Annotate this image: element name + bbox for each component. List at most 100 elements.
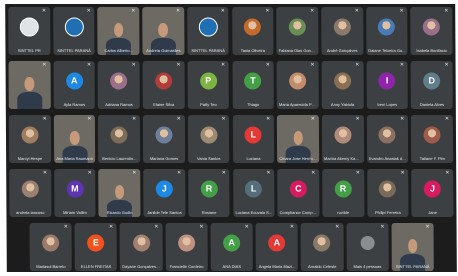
participant-avatar: P: [199, 72, 217, 90]
participant-tile[interactable]: ✕ I Ireni Lopes: [366, 61, 409, 109]
muted-mic-icon: ✕: [221, 62, 226, 68]
participant-tile[interactable]: ✕ SINTTEL PARANÁ: [186, 7, 229, 55]
participant-avatar: I: [378, 72, 396, 90]
muted-mic-icon: ✕: [154, 224, 159, 230]
participant-tile[interactable]: ✕ Arnaldo Celeste: [300, 223, 344, 271]
participant-avatar: E: [87, 234, 105, 252]
muted-mic-icon: ✕: [176, 62, 181, 68]
participant-name-label: Vania Santos: [197, 156, 221, 161]
meeting-participant-grid: ✕ SINTTEL PR ✕ SINTTEL PARANÁ ✕ Carlos Albert…: [5, 4, 457, 272]
participant-name-label: Mais 4 pessoas: [353, 264, 382, 269]
screenshot-stage: ✕ SINTTEL PR ✕ SINTTEL PARANÁ ✕ Carlos Albert…: [0, 0, 458, 276]
muted-mic-icon: ✕: [445, 170, 450, 176]
participant-tile[interactable]: ✕ A Angela Maria Mazi...: [255, 223, 299, 271]
participant-tile[interactable]: ✕ André Gonçalves: [321, 7, 364, 55]
participant-avatar: [423, 126, 441, 144]
muted-mic-icon: ✕: [265, 62, 270, 68]
participant-tile[interactable]: ✕ SINTTEL PARANÁ: [391, 223, 434, 271]
participant-tile[interactable]: ✕ andreia iancoso: [9, 169, 52, 217]
participant-tile[interactable]: ✕ Elaine Silva: [142, 61, 185, 109]
muted-mic-icon: ✕: [42, 116, 47, 122]
participant-avatar: [110, 126, 128, 144]
participant-tile[interactable]: ✕ Francielle Cordeiro: [165, 223, 208, 271]
participant-tile[interactable]: ✕ Cinara Jose Herrma...: [277, 115, 320, 163]
muted-mic-icon: ✕: [444, 116, 450, 122]
participant-tile[interactable]: ✕ D Daniela Alves: [410, 61, 453, 109]
participant-name-label: Rosiane: [201, 210, 217, 215]
participant-tile[interactable]: ✕ Tania Oliveira: [231, 7, 274, 55]
participant-tile[interactable]: ✕ E ELLEN FREITAS: [74, 223, 118, 271]
participant-tile[interactable]: ✕ A Ayla Ramos: [53, 61, 96, 109]
participant-tile[interactable]: ✕ Mariasol Barreto: [29, 223, 73, 271]
participant-avatar: M: [66, 180, 84, 198]
participant-name-label: ruvilde: [337, 210, 350, 215]
participant-tile[interactable]: ✕ J Jane: [411, 169, 454, 217]
muted-mic-icon: ✕: [311, 170, 316, 176]
muted-mic-icon: ✕: [176, 116, 181, 122]
participant-avatar: J: [155, 180, 173, 198]
participant-name-label: Benicio Laurentin...: [102, 156, 137, 161]
participant-tile[interactable]: ✕ Ricardo Godin: [98, 169, 141, 217]
participant-tile[interactable]: ✕ Ana Maria Raumann: [53, 115, 96, 163]
participant-tile[interactable]: ✕ SINTTEL PR: [8, 7, 51, 55]
muted-mic-icon: ✕: [354, 8, 360, 14]
participant-tile[interactable]: ✕ Evandro Anasiak da...: [366, 115, 409, 163]
participant-tile[interactable]: ✕ T Thiago: [232, 61, 275, 109]
participant-tile[interactable]: ✕ Marcyi Hespe: [8, 115, 51, 163]
participant-tile[interactable]: ✕ Rruvilde: [322, 169, 365, 217]
muted-mic-icon: ✕: [355, 62, 360, 68]
muted-mic-icon: ✕: [87, 116, 92, 122]
participant-name-label: SINTTEL PARANÁ: [57, 48, 91, 53]
participant-tile[interactable]: ✕ Isabela Bonifacio: [410, 7, 453, 55]
participant-tile[interactable]: ✕ R Rosiane: [187, 169, 230, 217]
participant-name-label: Dayane Gonçalves ...: [122, 264, 161, 269]
muted-mic-icon: ✕: [63, 224, 68, 230]
participant-tile[interactable]: ✕ Benicio Laurentin...: [98, 115, 141, 163]
participant-avatar: R: [334, 180, 352, 198]
participant-name-label: Isabela Bonifacio: [416, 48, 447, 53]
participant-name-label: Jane: [428, 210, 437, 215]
participant-name-label: Evandro Anasiak da...: [368, 156, 408, 161]
participant-name-label: Anny Yabiola: [330, 102, 355, 107]
muted-mic-icon: ✕: [221, 170, 226, 176]
participant-avatar: R: [200, 180, 218, 198]
participant-avatar: [379, 180, 397, 198]
participant-tile[interactable]: ✕ Fabiana Dias Gong...: [276, 7, 319, 55]
participant-tile[interactable]: ✕ Dayane Gonçalves ...: [119, 223, 163, 271]
participant-tile[interactable]: ✕ L Luciana: [232, 115, 275, 163]
participant-name-label: Francielle Cordeiro: [169, 264, 204, 269]
participant-avatar: D: [423, 72, 441, 90]
muted-mic-icon: ✕: [244, 224, 249, 230]
participant-tile[interactable]: ✕ Anny Yabiola: [321, 61, 364, 109]
muted-mic-icon: ✕: [380, 224, 385, 230]
participant-tile[interactable]: ✕ Mais 4 pessoas: [346, 223, 389, 271]
participant-tile[interactable]: ✕ Mariana Gomes: [142, 115, 185, 163]
participant-tile[interactable]: ✕ Daiane Teixeira Go...: [365, 7, 408, 55]
muted-mic-icon: ✕: [310, 8, 315, 14]
participant-avatar: [313, 234, 331, 252]
participant-tile[interactable]: ✕ Philipi Ferreira: [366, 169, 409, 217]
participant-tile[interactable]: ✕ L Luciana Eouvala S...: [232, 169, 275, 217]
participant-tile[interactable]: ✕ P Patty Teo: [187, 61, 230, 109]
participant-tile[interactable]: ✕ Marina Akemy Kam...: [321, 115, 364, 163]
participant-avatar: [289, 72, 307, 90]
participant-tile[interactable]: ✕ J Janilde Tele Santos: [143, 169, 186, 217]
participant-name-label: Luciana: [246, 156, 261, 161]
participant-avatar: [334, 126, 352, 144]
participant-name-label: ELLEN FREITAS: [80, 264, 112, 269]
participant-tile[interactable]: ✕ SINTTEL PARANÁ: [52, 7, 95, 55]
participant-tile[interactable]: ✕ Maria Aparecida Pe...: [276, 61, 319, 109]
participant-avatar: L: [245, 180, 263, 198]
participant-tile[interactable]: ✕ Vania Santos: [187, 115, 230, 163]
participant-tile[interactable]: ✕: [8, 61, 51, 109]
participant-tile[interactable]: ✕ M Miriam Vallim: [53, 169, 96, 217]
participant-tile[interactable]: ✕ Adriana Ramos: [97, 61, 140, 109]
participant-tile[interactable]: ✕ C Compliance Compli...: [277, 169, 320, 217]
participant-avatar: T: [244, 72, 262, 90]
participant-tile[interactable]: ✕ Carlos Alberto...: [97, 7, 140, 55]
muted-mic-icon: ✕: [266, 170, 271, 176]
participant-tile[interactable]: ✕ A ANA DIAS: [210, 223, 253, 271]
participant-tile[interactable]: ✕ Tatiane F. Pim: [411, 115, 454, 163]
participant-tile[interactable]: ✕ Andreia Guimarães: [142, 7, 185, 55]
muted-mic-icon: ✕: [335, 224, 340, 230]
